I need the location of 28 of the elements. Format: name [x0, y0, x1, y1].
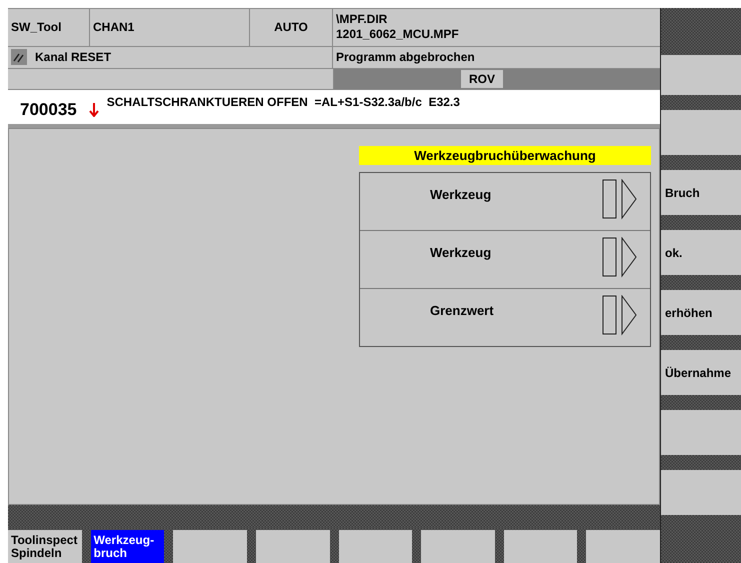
panel-title: Werkzeugbruchüberwachung	[359, 146, 651, 166]
softkey[interactable]: Toolinspect Spindeln	[8, 530, 82, 563]
softkey[interactable]: erhöhen	[661, 290, 741, 335]
program-path: \MPF.DIR	[336, 12, 388, 28]
softkey[interactable]	[661, 410, 741, 455]
softkey[interactable]	[586, 530, 660, 563]
softkey[interactable]: Bruch	[661, 170, 741, 215]
override-indicator: ROV	[460, 70, 503, 88]
alarm-number: 700035	[20, 100, 77, 120]
program-path: 1201_6062_MCU.MPF	[336, 27, 459, 42]
channel-status: Kanal RESET	[35, 50, 112, 64]
softkey[interactable]: ok.	[661, 230, 741, 275]
softkey[interactable]	[421, 530, 495, 563]
softkey[interactable]	[173, 530, 247, 563]
parameter-label: Werkzeug	[430, 245, 492, 260]
softkey[interactable]	[661, 110, 741, 155]
softkey[interactable]	[338, 530, 412, 563]
softkey[interactable]	[661, 470, 741, 515]
softkey[interactable]: Übernahme	[661, 350, 741, 395]
program-status: Programm abgebrochen	[335, 49, 476, 66]
softkey[interactable]	[661, 55, 741, 95]
softkey[interactable]: Werkzeug-bruch	[90, 530, 164, 563]
alarm-text: SCHALTSCHRANKTUEREN OFFEN =AL+S1-S32.3a/b/c E32.3	[106, 95, 460, 110]
parameter-label: Grenzwert	[430, 303, 495, 318]
softkey[interactable]	[504, 530, 578, 563]
parameter-label: Werkzeug	[430, 187, 492, 202]
softkey[interactable]	[256, 530, 330, 563]
arrow-down-icon	[88, 103, 99, 118]
